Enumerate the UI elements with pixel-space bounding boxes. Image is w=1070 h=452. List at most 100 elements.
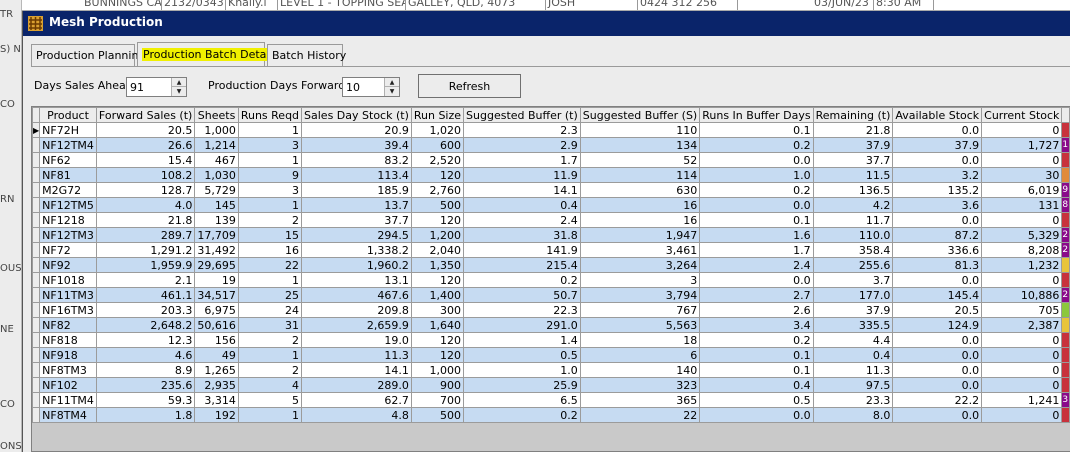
table-cell[interactable]: 2.4 (463, 212, 581, 228)
table-cell[interactable]: 141.9 (463, 242, 581, 258)
status-color-cell[interactable] (1061, 152, 1070, 168)
table-row[interactable]: NF8TM4 1.8 192 1 4.8 500 0.2 22 0.0 8.0 0.0 0 (32, 407, 1070, 423)
table-cell[interactable]: 8,208 (981, 242, 1063, 258)
table-cell[interactable]: 461.1 (95, 287, 196, 303)
table-cell[interactable]: 52 (579, 152, 701, 168)
table-cell[interactable]: 1.0 (699, 167, 814, 183)
row-indicator[interactable] (32, 197, 41, 213)
column-header[interactable]: Remaining (t) (812, 107, 894, 123)
table-cell[interactable]: 300 (410, 302, 465, 318)
table-cell[interactable]: 1 (237, 197, 303, 213)
table-cell[interactable]: 2,648.2 (95, 317, 196, 333)
status-color-cell[interactable] (1061, 212, 1070, 228)
product-cell[interactable]: M2G72 (39, 182, 97, 198)
table-cell[interactable]: 0 (981, 332, 1063, 348)
status-color-cell[interactable]: 3 (1061, 392, 1070, 408)
row-indicator[interactable] (32, 347, 41, 363)
table-cell[interactable]: 2,659.9 (301, 317, 412, 333)
table-cell[interactable]: 0.4 (699, 377, 814, 393)
table-cell[interactable]: 4.2 (812, 197, 894, 213)
table-cell[interactable]: 17,709 (194, 227, 239, 243)
table-cell[interactable]: 1.6 (699, 227, 814, 243)
decrement-arrow-icon[interactable]: ▼ (385, 87, 399, 96)
table-cell[interactable]: 5,329 (981, 227, 1063, 243)
table-cell[interactable]: 6.5 (463, 392, 581, 408)
table-cell[interactable]: 1,400 (410, 287, 465, 303)
table-cell[interactable]: 20.5 (892, 302, 983, 318)
table-cell[interactable]: 1,214 (194, 137, 239, 153)
table-cell[interactable]: 0.1 (699, 362, 814, 378)
table-cell[interactable]: 289.0 (301, 377, 412, 393)
table-cell[interactable]: 1,241 (981, 392, 1063, 408)
table-cell[interactable]: 4.6 (95, 347, 196, 363)
table-cell[interactable]: 128.7 (95, 182, 196, 198)
table-cell[interactable]: 192 (194, 407, 239, 423)
table-cell[interactable]: 30 (981, 167, 1063, 183)
table-cell[interactable]: 134 (579, 137, 701, 153)
table-cell[interactable]: 630 (579, 182, 701, 198)
table-cell[interactable]: 110.0 (812, 227, 894, 243)
table-cell[interactable]: 37.7 (812, 152, 894, 168)
table-cell[interactable]: 15 (237, 227, 303, 243)
table-cell[interactable]: 0.2 (699, 182, 814, 198)
table-cell[interactable]: 177.0 (812, 287, 894, 303)
row-indicator[interactable] (32, 392, 41, 408)
table-row[interactable]: NF818 12.3 156 2 19.0 120 1.4 18 0.2 4.4 0.0 0 (32, 332, 1070, 348)
column-header[interactable] (1061, 107, 1070, 123)
table-cell[interactable]: 120 (410, 347, 465, 363)
status-color-cell[interactable]: 2 (1061, 227, 1070, 243)
table-row[interactable]: NF918 4.6 49 1 11.3 120 0.5 6 0.1 0.4 0.0 0 (32, 347, 1070, 363)
table-cell[interactable]: 1,030 (194, 167, 239, 183)
row-indicator[interactable] (32, 152, 41, 168)
table-cell[interactable]: 8.0 (812, 407, 894, 423)
table-cell[interactable]: 37.9 (812, 302, 894, 318)
table-cell[interactable]: 131 (981, 197, 1063, 213)
table-cell[interactable]: 12.3 (95, 332, 196, 348)
table-cell[interactable]: 11.9 (463, 167, 581, 183)
table-cell[interactable]: 37.9 (812, 137, 894, 153)
table-cell[interactable]: 0.1 (699, 347, 814, 363)
table-row[interactable]: NF62 15.4 467 1 83.2 2,520 1.7 52 0.0 37.7 0.0 0 (32, 152, 1070, 168)
table-cell[interactable]: 8.9 (95, 362, 196, 378)
table-cell[interactable]: 26.6 (95, 137, 196, 153)
table-cell[interactable]: 1 (237, 152, 303, 168)
increment-arrow-icon[interactable]: ▲ (385, 78, 399, 87)
table-cell[interactable]: 0.2 (699, 137, 814, 153)
product-cell[interactable]: NF12TM3 (39, 227, 97, 243)
status-color-cell[interactable]: 2 (1061, 287, 1070, 303)
product-cell[interactable]: NF8TM4 (39, 407, 97, 423)
table-cell[interactable]: 2.4 (699, 257, 814, 273)
table-cell[interactable]: 767 (579, 302, 701, 318)
table-cell[interactable]: 1,232 (981, 257, 1063, 273)
table-cell[interactable]: 0.2 (463, 272, 581, 288)
status-color-cell[interactable] (1061, 377, 1070, 393)
table-cell[interactable]: 1.7 (463, 152, 581, 168)
table-cell[interactable]: 0 (981, 212, 1063, 228)
table-cell[interactable]: 22 (237, 257, 303, 273)
product-cell[interactable]: NF102 (39, 377, 97, 393)
increment-arrow-icon[interactable]: ▲ (172, 78, 186, 87)
table-cell[interactable]: 2,040 (410, 242, 465, 258)
table-cell[interactable]: 209.8 (301, 302, 412, 318)
table-cell[interactable]: 0 (981, 362, 1063, 378)
table-cell[interactable]: 215.4 (463, 257, 581, 273)
table-cell[interactable]: 1.7 (699, 242, 814, 258)
status-color-cell[interactable] (1061, 122, 1070, 138)
table-cell[interactable]: 3.2 (892, 167, 983, 183)
row-indicator[interactable] (32, 332, 41, 348)
table-cell[interactable]: 2,387 (981, 317, 1063, 333)
table-cell[interactable]: 3 (579, 272, 701, 288)
table-cell[interactable]: 358.4 (812, 242, 894, 258)
table-cell[interactable]: 1,291.2 (95, 242, 196, 258)
table-cell[interactable]: 19.0 (301, 332, 412, 348)
table-cell[interactable]: 0.0 (892, 377, 983, 393)
table-cell[interactable]: 1 (237, 407, 303, 423)
table-row[interactable]: NF1018 2.1 19 1 13.1 120 0.2 3 0.0 3.7 0.0 0 (32, 272, 1070, 288)
table-cell[interactable]: 336.6 (892, 242, 983, 258)
table-cell[interactable]: 4.0 (95, 197, 196, 213)
table-cell[interactable]: 11.7 (812, 212, 894, 228)
table-cell[interactable]: 0 (981, 272, 1063, 288)
table-cell[interactable]: 29,695 (194, 257, 239, 273)
product-cell[interactable]: NF62 (39, 152, 97, 168)
table-cell[interactable]: 365 (579, 392, 701, 408)
